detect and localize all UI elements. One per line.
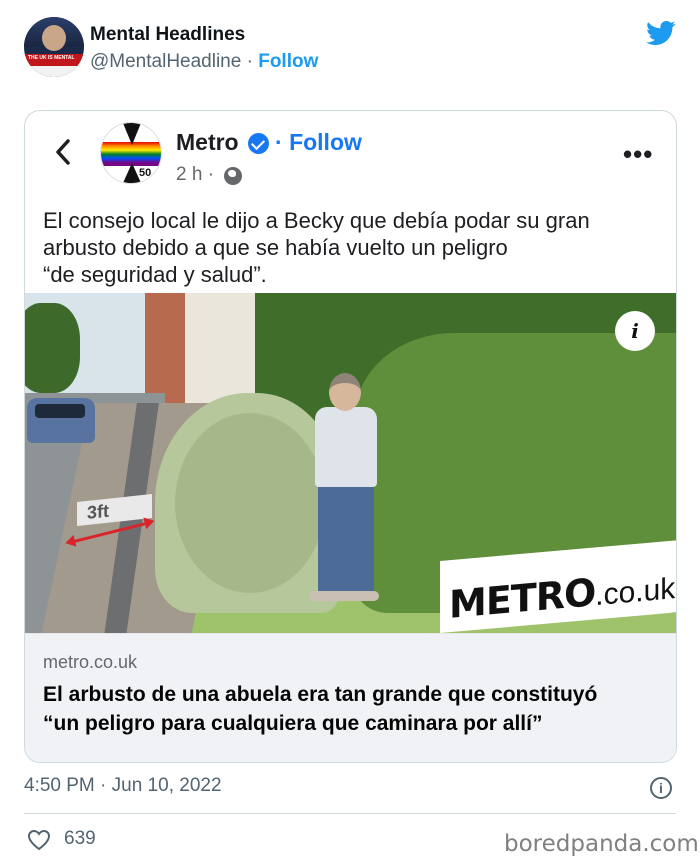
post-text: El consejo local le dijo a Becky que deb… <box>43 207 663 288</box>
follow-button[interactable]: Follow <box>258 51 318 72</box>
photo-car <box>27 398 95 443</box>
verified-badge-icon <box>248 133 269 154</box>
photo-woman-shoes <box>309 591 379 601</box>
article-photo[interactable]: 3ft i METRO.co.uk <box>25 293 676 633</box>
like-count: 639 <box>64 828 96 849</box>
link-headline-line: “un peligro para cualquiera que caminara… <box>43 712 543 735</box>
page-follow-button[interactable]: · Follow <box>275 129 362 156</box>
link-headline[interactable]: El arbusto de una abuela era tan grande … <box>43 680 663 738</box>
photo-tree <box>25 303 80 393</box>
photo-info-button[interactable]: i <box>615 311 655 351</box>
page-name[interactable]: Metro <box>176 129 239 156</box>
avatar-banner-text: THE UK IS MENTAL <box>28 55 75 61</box>
author-handle-row: @MentalHeadline · Follow <box>90 51 318 73</box>
like-heart-icon[interactable] <box>27 829 51 851</box>
link-headline-line: El arbusto de una abuela era tan grande … <box>43 683 598 706</box>
metro-page-logo[interactable]: 50 <box>100 122 162 184</box>
follow-separator: · <box>275 129 283 155</box>
source-watermark: boredpanda.com <box>504 831 699 857</box>
author-handle[interactable]: @MentalHeadline <box>90 51 241 72</box>
tweet-timestamp[interactable]: 4:50 PM · Jun 10, 2022 <box>24 775 222 797</box>
author-display-name[interactable]: Mental Headlines <box>90 24 245 46</box>
avatar-strip <box>24 66 84 77</box>
avatar-face <box>42 25 66 51</box>
globe-icon <box>224 167 242 185</box>
logo-anniversary-number: 50 <box>139 167 152 179</box>
post-age[interactable]: 2 h · <box>176 164 214 186</box>
link-preview[interactable]: metro.co.uk El arbusto de una abuela era… <box>25 633 676 762</box>
post-text-line: “de seguridad y salud”. <box>43 262 267 287</box>
page-follow-label[interactable]: Follow <box>289 129 362 155</box>
embedded-post-card[interactable]: 50 Metro · Follow 2 h · ••• El consejo l… <box>24 110 677 763</box>
divider <box>24 813 676 814</box>
post-text-line: El consejo local le dijo a Becky que deb… <box>43 208 590 233</box>
info-icon[interactable]: i <box>650 777 672 799</box>
photo-bush-highlight <box>175 413 325 593</box>
link-domain: metro.co.uk <box>43 652 138 672</box>
logo-top-triangle <box>123 123 141 145</box>
photo-woman-shirt <box>315 407 377 487</box>
photo-woman-head <box>329 373 361 411</box>
back-arrow-icon[interactable] <box>51 137 75 167</box>
watermark-domain: .co.uk <box>595 572 676 613</box>
twitter-bird-icon[interactable] <box>644 18 678 48</box>
post-text-line: arbusto debido a que se había vuelto un … <box>43 235 508 260</box>
more-options-icon[interactable]: ••• <box>623 141 653 167</box>
author-avatar[interactable]: THE UK IS MENTAL <box>24 17 84 77</box>
photo-woman-jeans <box>318 478 374 593</box>
handle-separator: · <box>241 51 259 72</box>
